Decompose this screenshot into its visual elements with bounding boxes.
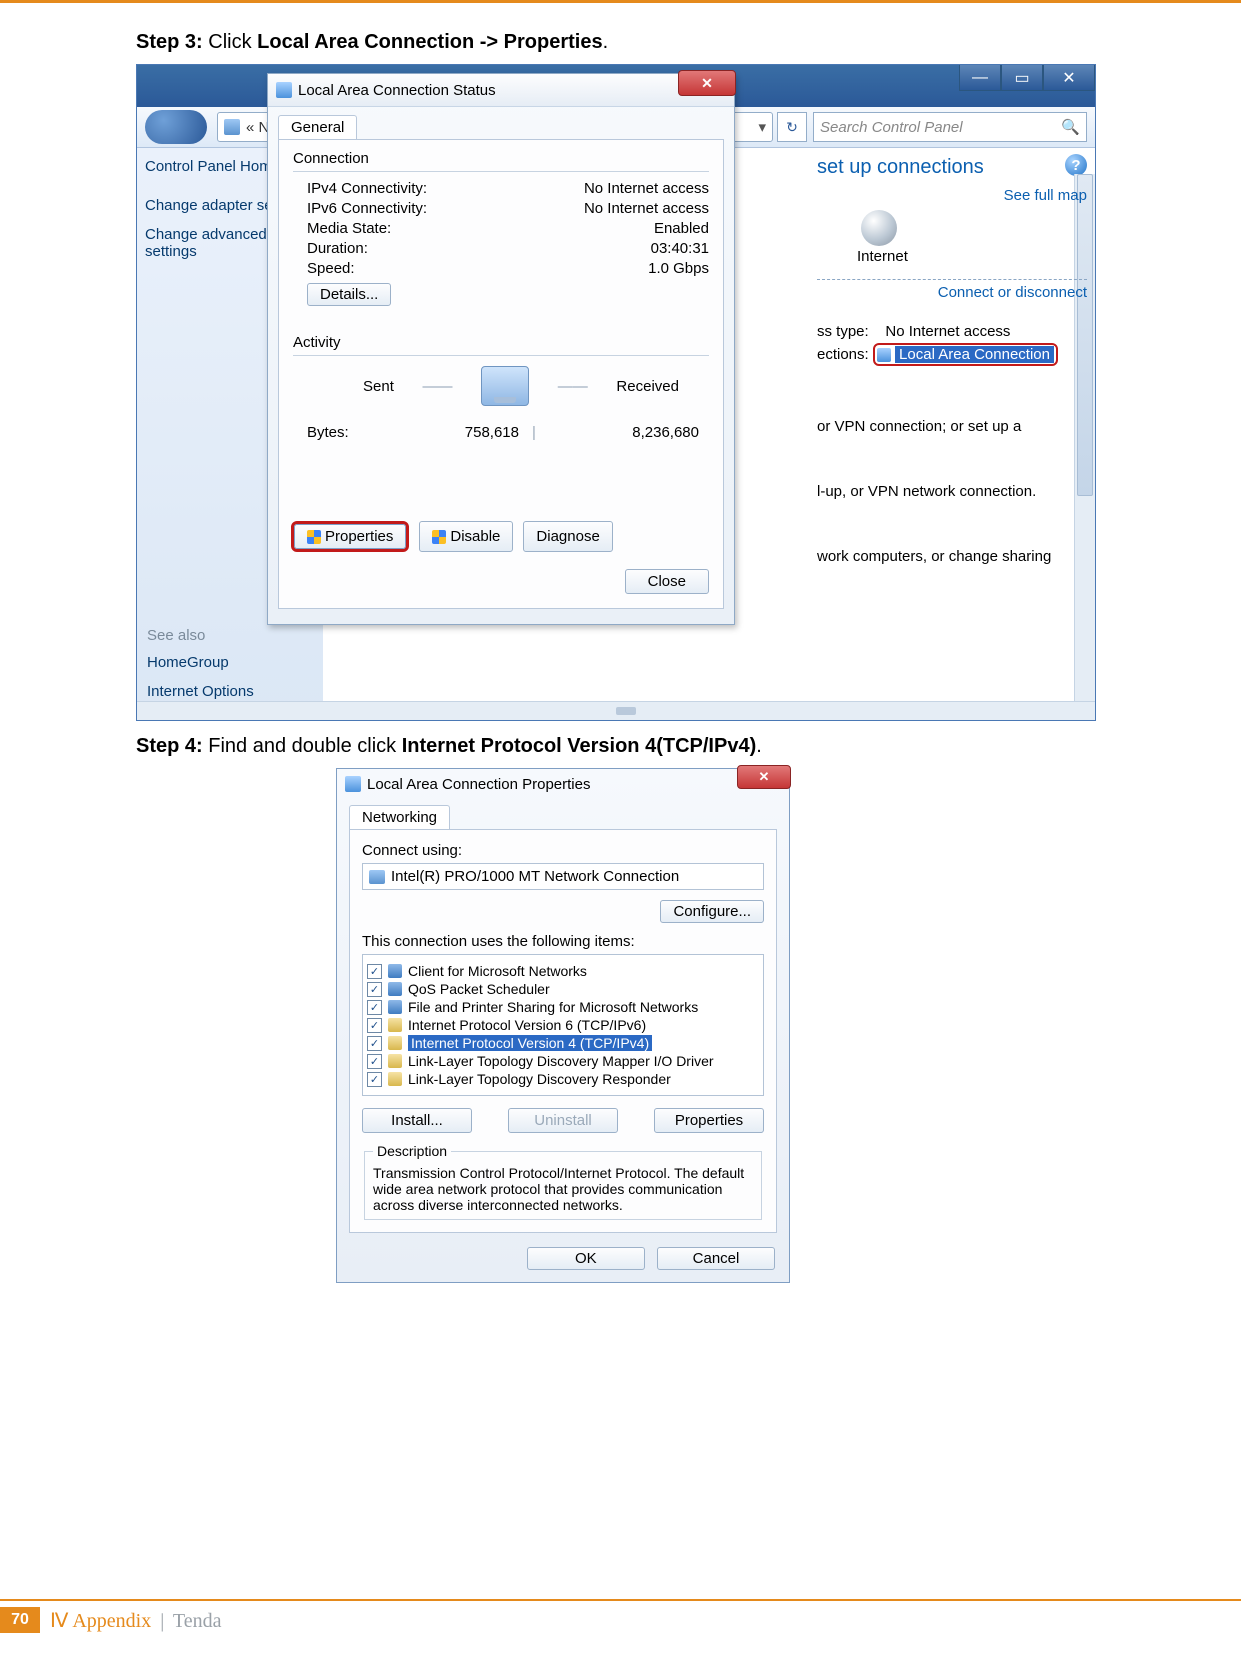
install-button[interactable]: Install... [362, 1108, 472, 1133]
seealso-label: See also [147, 627, 254, 644]
dialog-title: Local Area Connection Properties [367, 776, 590, 793]
list-item-selected[interactable]: ✓Internet Protocol Version 4 (TCP/IPv4) [367, 1035, 759, 1051]
configure-button[interactable]: Configure... [660, 900, 764, 923]
networking-tab[interactable]: Networking [349, 805, 450, 829]
shield-icon [432, 530, 446, 544]
connect-disconnect-link[interactable]: Connect or disconnect [817, 279, 1087, 301]
protocol-icon [388, 1036, 402, 1050]
dialog-titlebar: Local Area Connection Properties ✕ [337, 769, 789, 799]
setup-connections-heading: set up connections [817, 156, 1087, 179]
list-item[interactable]: ✓QoS Packet Scheduler [367, 981, 759, 997]
search-input[interactable]: Search Control Panel 🔍 [813, 112, 1087, 142]
uninstall-button: Uninstall [508, 1108, 618, 1133]
step4-text: Step 4: Find and double click Internet P… [136, 735, 1105, 758]
dialog-close-button[interactable]: ✕ [678, 70, 736, 96]
addressbar-icon [224, 119, 240, 135]
checkbox[interactable]: ✓ [367, 1000, 382, 1015]
checkbox[interactable]: ✓ [367, 1018, 382, 1033]
list-item[interactable]: ✓Internet Protocol Version 6 (TCP/IPv6) [367, 1017, 759, 1033]
connection-group-label: Connection [293, 150, 709, 167]
activity-icon [481, 366, 529, 406]
nic-icon [369, 870, 385, 884]
checkbox[interactable]: ✓ [367, 964, 382, 979]
connection-properties-dialog: Local Area Connection Properties ✕ Netwo… [336, 768, 790, 1283]
refresh-button[interactable]: ↻ [777, 112, 807, 142]
nic-field[interactable]: Intel(R) PRO/1000 MT Network Connection [362, 863, 764, 890]
dialog-close-button[interactable]: ✕ [737, 765, 791, 789]
activity-group-label: Activity [293, 334, 709, 351]
brand-label: Tenda [173, 1610, 222, 1632]
list-item[interactable]: ✓Link-Layer Topology Discovery Mapper I/… [367, 1053, 759, 1069]
step3-text: Step 3: Click Local Area Connection -> P… [136, 31, 1105, 54]
checkbox[interactable]: ✓ [367, 1054, 382, 1069]
list-item[interactable]: ✓File and Printer Sharing for Microsoft … [367, 999, 759, 1015]
close-button[interactable]: ✕ [1043, 65, 1095, 91]
internet-label: Internet [857, 248, 1087, 265]
close-button[interactable]: Close [625, 569, 709, 594]
protocol-icon [388, 1072, 402, 1086]
general-tab[interactable]: General [278, 115, 357, 139]
homegroup-link[interactable]: HomeGroup [147, 654, 254, 671]
minimize-button[interactable]: — [959, 65, 1001, 91]
network-sharing-window: — ▭ ✕ « Network and Internet ▶ Network a… [136, 64, 1096, 721]
disable-button[interactable]: Disable [419, 521, 513, 552]
ok-button[interactable]: OK [527, 1247, 645, 1270]
connection-icon [877, 348, 891, 362]
search-icon: 🔍 [1061, 118, 1080, 136]
connection-status-dialog: Local Area Connection Status ✕ General C… [267, 73, 735, 625]
step3-prefix: Step 3: [136, 31, 208, 53]
internet-icon [861, 210, 897, 246]
section-label: Ⅳ Appendix [50, 1610, 151, 1632]
protocol-icon [388, 1054, 402, 1068]
items-list: ✓Client for Microsoft Networks ✓QoS Pack… [362, 954, 764, 1096]
internet-options-link[interactable]: Internet Options [147, 683, 254, 700]
client-icon [388, 964, 402, 978]
shield-icon [307, 530, 321, 544]
cancel-button[interactable]: Cancel [657, 1247, 775, 1270]
checkbox[interactable]: ✓ [367, 1036, 382, 1051]
local-area-connection-highlight[interactable]: Local Area Connection [873, 343, 1058, 366]
page-footer: 70 Ⅳ Appendix | Tenda [0, 1599, 1241, 1633]
item-properties-button[interactable]: Properties [654, 1108, 764, 1133]
checkbox[interactable]: ✓ [367, 1072, 382, 1087]
horizontal-scrollbar[interactable] [137, 701, 1095, 720]
list-item[interactable]: ✓Link-Layer Topology Discovery Responder [367, 1071, 759, 1087]
protocol-icon [388, 1018, 402, 1032]
dialog-title: Local Area Connection Status [298, 82, 496, 99]
description-group: Description Transmission Control Protoco… [362, 1143, 764, 1220]
dialog-icon [276, 82, 292, 98]
items-label: This connection uses the following items… [362, 933, 764, 950]
list-item[interactable]: ✓Client for Microsoft Networks [367, 963, 759, 979]
dialog-titlebar: Local Area Connection Status ✕ [268, 74, 734, 107]
diagnose-button[interactable]: Diagnose [523, 521, 612, 552]
details-button[interactable]: Details... [307, 283, 391, 306]
service-icon [388, 1000, 402, 1014]
page-number: 70 [0, 1607, 40, 1633]
properties-button[interactable]: Properties [294, 524, 406, 549]
maximize-button[interactable]: ▭ [1001, 65, 1043, 91]
see-full-map-link[interactable]: See full map [817, 187, 1087, 204]
checkbox[interactable]: ✓ [367, 982, 382, 997]
back-forward-buttons[interactable] [145, 110, 207, 144]
dialog-icon [345, 776, 361, 792]
connect-using-label: Connect using: [362, 842, 764, 859]
service-icon [388, 982, 402, 996]
properties-button-highlight: Properties [291, 521, 409, 552]
